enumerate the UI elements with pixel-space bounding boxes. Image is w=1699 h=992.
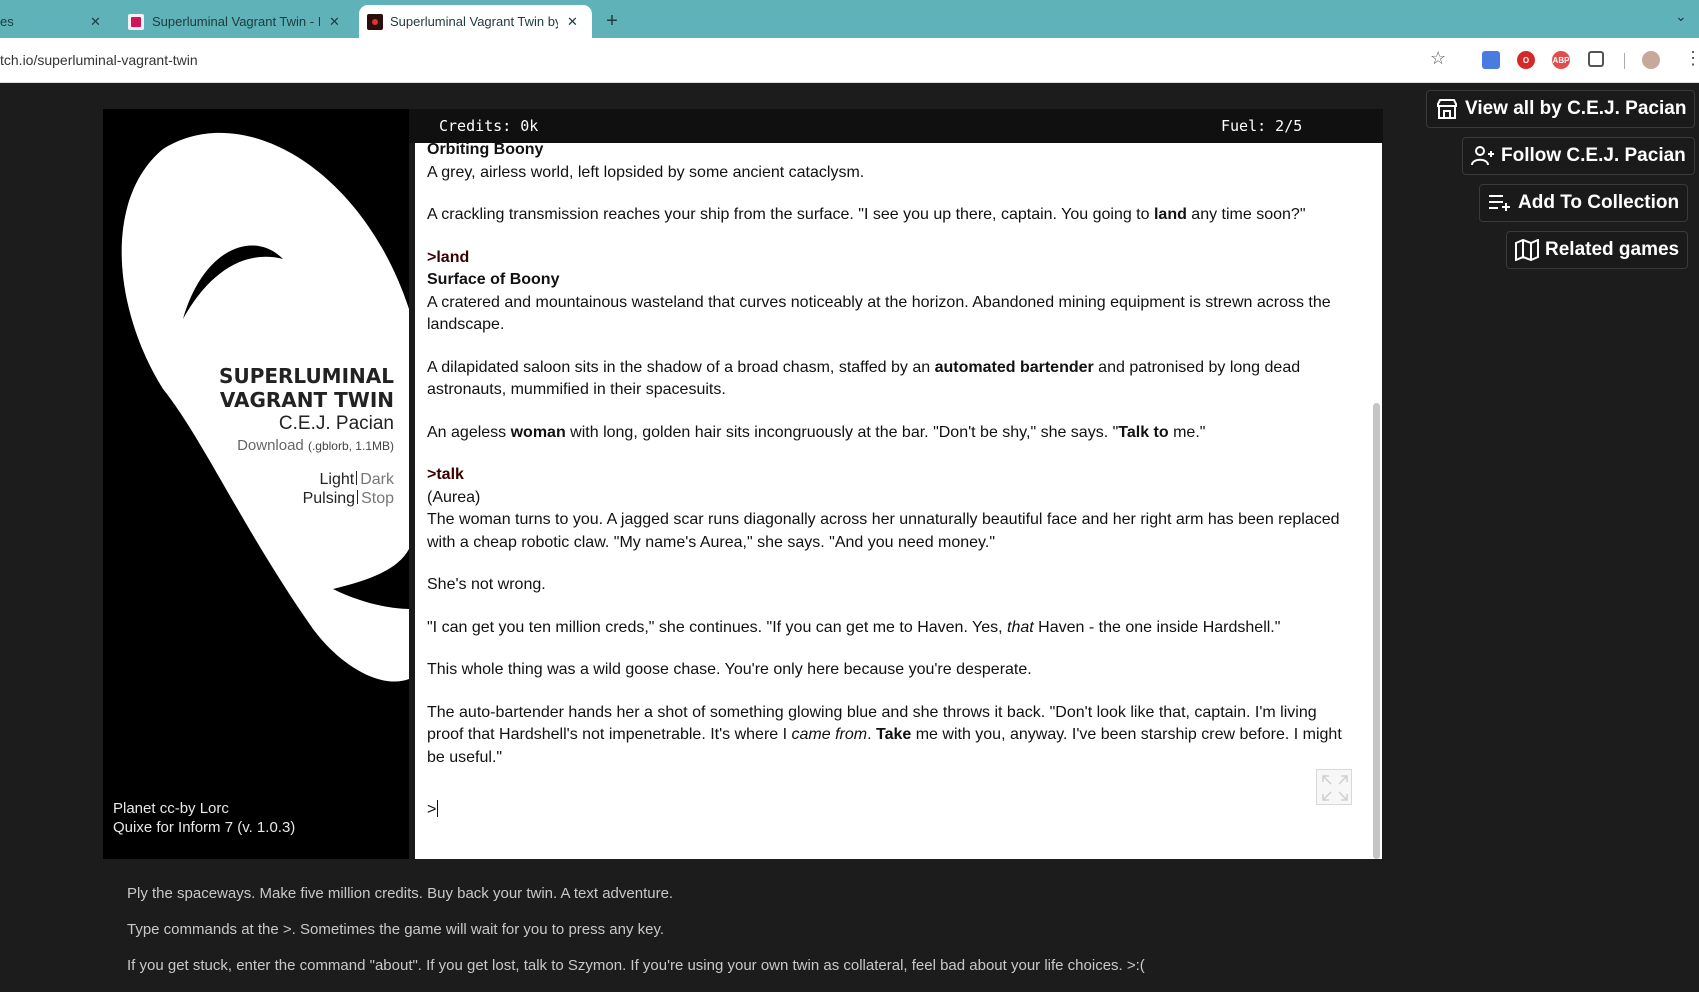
transcript-line: (Aurea) [427,488,481,506]
keyword-talk-to: Talk to [1118,423,1169,441]
toolbar-divider [1624,53,1625,69]
animation-pulsing-option[interactable]: Pulsing [303,490,355,507]
browser-tab-active[interactable]: Superluminal Vagrant Twin by ✕ [359,5,592,38]
player-command: >land [427,248,470,266]
game-author: C.E.J. Pacian [278,413,394,434]
close-tab-icon[interactable]: ✕ [329,14,340,30]
transcript-paragraph: The auto-bartender hands her a shot of s… [427,703,1342,766]
download-label[interactable]: Download [237,437,304,454]
game-favicon-icon [367,13,383,30]
transcript-paragraph: The woman turns to you. A jagged scar ru… [427,511,1340,551]
keyword-woman: woman [510,423,566,441]
transcript-paragraph: A cratered and mountainous wasteland tha… [427,293,1331,334]
description-line: Ply the spaceways. Make five million cre… [127,885,674,902]
store-icon [1435,97,1459,121]
emphasis-came-from: came from [791,726,868,743]
tab-title: es [0,14,14,29]
engine-credit: Quixe for Inform 7 (v. 1.0.3) [113,819,296,836]
credits-status: Credits: 0k [439,117,539,135]
opera-icon[interactable]: O [1517,51,1535,69]
room-heading: Surface of Boony [427,271,560,288]
game-transcript[interactable]: Orbiting Boony A grey, airless world, le… [415,143,1382,859]
animation-stop-option[interactable]: Stop [361,490,394,507]
game-cover-panel: SUPERLUMINAL VAGRANT TWIN C.E.J. Pacian … [103,109,409,859]
fullscreen-icon[interactable] [1316,769,1352,805]
tab-search-chevron-icon[interactable]: ⌄ [1675,8,1687,25]
browser-tab[interactable]: Superluminal Vagrant Twin - I ✕ [116,5,354,38]
keyword-bartender: automated bartender [934,358,1094,376]
map-icon [1515,238,1539,262]
game-description: Ply the spaceways. Make five million cre… [127,884,1145,992]
animation-separator [357,490,359,504]
bookmark-star-icon[interactable]: ☆ [1430,48,1446,69]
keyword-land: land [1153,206,1187,223]
fuel-status: Fuel: 2/5 [1221,117,1303,135]
theme-dark-option[interactable]: Dark [360,471,394,488]
tab-title: Superluminal Vagrant Twin - I [152,14,320,29]
transcript-paragraph: An ageless woman with long, golden hair … [427,423,1206,441]
page-content: SUPERLUMINAL VAGRANT TWIN C.E.J. Pacian … [0,84,1699,982]
adblock-icon[interactable]: ABP [1552,51,1570,69]
close-tab-icon[interactable]: ✕ [90,14,101,30]
theme-separator [356,471,358,485]
add-user-icon [1471,144,1495,168]
transcript-content: Orbiting Boony A grey, airless world, le… [427,143,1347,789]
follow-label: Follow C.E.J. Pacian [1501,145,1686,166]
transcript-paragraph: A dilapidated saloon sits in the shadow … [427,358,1301,399]
view-all-label: View all by C.E.J. Pacian [1465,98,1687,119]
transcript-paragraph: A grey, airless world, left lopsided by … [427,163,865,181]
transcript-scrollbar[interactable] [1373,403,1380,859]
url-field[interactable]: tch.io/superluminal-vagrant-twin [0,52,198,68]
emphasis-that: that [1007,618,1034,636]
game-frame: SUPERLUMINAL VAGRANT TWIN C.E.J. Pacian … [103,109,1383,859]
theme-light-option[interactable]: Light [320,471,355,488]
playlist-add-icon [1488,191,1512,215]
prompt-symbol: > [427,801,437,818]
game-title-line-1: SUPERLUMINAL [219,364,394,388]
transcript-paragraph: She's not wrong. [427,576,546,593]
browser-tab-bar: es ✕ Superluminal Vagrant Twin - I ✕ Sup… [0,0,1699,38]
docs-icon[interactable] [1482,51,1500,69]
avatar[interactable] [1642,51,1660,69]
download-meta: (.gblorb, 1.1MB) [307,439,394,453]
description-line: If you get stuck, enter the command "abo… [127,957,1145,974]
itch-favicon-icon [128,13,144,30]
new-tab-icon[interactable]: + [600,5,624,38]
player-command: >talk [427,466,464,483]
cover-info: SUPERLUMINAL VAGRANT TWIN C.E.J. Pacian … [219,364,394,508]
close-tab-icon[interactable]: ✕ [567,14,578,30]
add-collection-label: Add To Collection [1518,192,1680,213]
planet-credit: Planet cc-by Lorc [113,800,229,817]
follow-author-button[interactable]: Follow C.E.J. Pacian [1462,137,1695,175]
description-line: Type commands at the >. Sometimes the ga… [127,921,665,938]
download-link[interactable]: Download (.gblorb, 1.1MB) [219,436,394,456]
theme-toggle: Light Dark Pulsing Stop [219,470,394,508]
add-to-collection-button[interactable]: Add To Collection [1479,184,1689,222]
game-title-line-2: VAGRANT TWIN [219,388,394,412]
browser-tab[interactable]: es ✕ [0,5,112,38]
transcript-paragraph: A crackling transmission reaches your sh… [427,206,1306,223]
transcript-paragraph: This whole thing was a wild goose chase.… [427,661,1032,678]
address-bar: tch.io/superluminal-vagrant-twin ☆ O ABP… [0,38,1699,83]
keyword-take: Take [875,726,912,743]
text-caret [437,800,439,817]
tab-title: Superluminal Vagrant Twin by [390,14,558,29]
command-input[interactable]: > [427,800,439,819]
related-games-button[interactable]: Related games [1506,231,1689,269]
view-all-by-author-button[interactable]: View all by C.E.J. Pacian [1426,90,1696,128]
room-heading: Orbiting Boony [427,143,544,158]
game-status-bar: Credits: 0k Fuel: 2/5 [409,109,1383,143]
cover-credits: Planet cc-by Lorc Quixe for Inform 7 (v.… [113,799,295,837]
related-games-label: Related games [1545,239,1680,260]
puzzle-icon[interactable] [1588,51,1604,67]
browser-menu-icon[interactable]: ⋮ [1684,48,1699,69]
transcript-paragraph: "I can get you ten million creds," she c… [427,618,1281,636]
